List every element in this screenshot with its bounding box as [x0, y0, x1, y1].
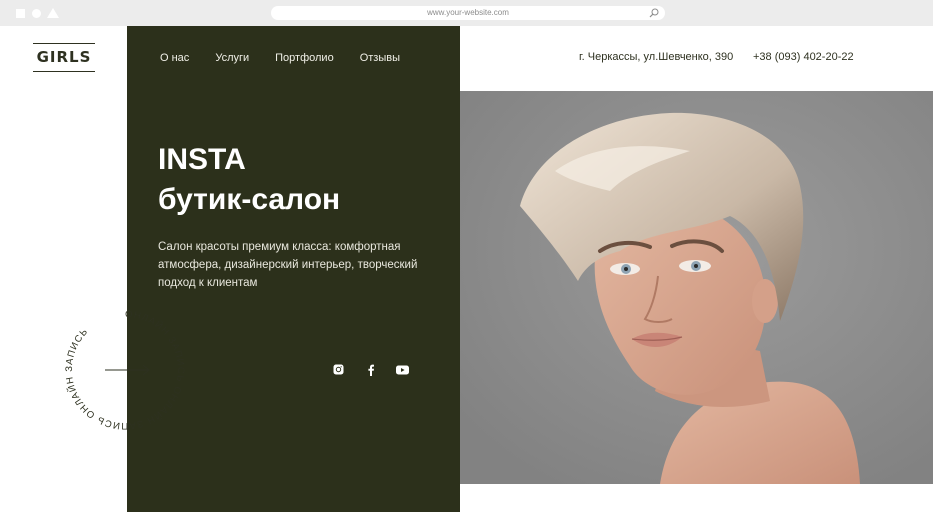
circle-icon — [32, 9, 41, 18]
nav-item-services[interactable]: Услуги — [215, 52, 249, 64]
triangle-icon — [47, 8, 59, 18]
logo-top-rule — [33, 43, 95, 44]
portrait-illustration — [460, 91, 933, 484]
hero-photo — [460, 91, 933, 484]
hero-description: Салон красоты премиум класса: комфортная… — [158, 241, 418, 289]
hero-panel: О нас Услуги Портфолио Отзывы INSTA бути… — [127, 26, 460, 512]
nav-item-portfolio[interactable]: Портфолио — [275, 52, 334, 64]
facebook-icon[interactable] — [364, 363, 377, 376]
youtube-icon[interactable] — [396, 363, 409, 376]
hero-title-line1: INSTA — [158, 143, 246, 176]
address-bar[interactable]: www.your-website.com — [271, 6, 665, 20]
social-links — [332, 363, 409, 376]
nav-item-reviews[interactable]: Отзывы — [360, 52, 400, 64]
nav-item-about[interactable]: О нас — [160, 52, 189, 64]
phone-link[interactable]: +38 (093) 402-20-22 — [753, 51, 854, 63]
square-icon — [16, 9, 25, 18]
browser-chrome: www.your-website.com — [0, 0, 933, 26]
main-nav: О нас Услуги Портфолио Отзывы — [160, 52, 400, 64]
logo-bottom-rule — [33, 71, 95, 72]
address-text: г. Черкассы, ул.Шевченко, 390 — [579, 51, 734, 63]
search-icon[interactable] — [649, 8, 659, 18]
instagram-icon[interactable] — [332, 363, 345, 376]
logo[interactable]: GIRLS — [33, 43, 95, 72]
arrow-right-icon — [105, 364, 150, 376]
url-text: www.your-website.com — [427, 8, 509, 17]
logo-text: GIRLS — [36, 48, 92, 66]
online-booking-badge[interactable]: ОНЛАЙН ЗАПИСЬ ОНЛАЙН ЗАПИСЬ ОНЛАЙН ЗАПИС… — [55, 305, 195, 435]
hero-title: INSTA бутик-салон — [158, 140, 340, 220]
hero-title-line2: бутик-салон — [158, 183, 341, 216]
